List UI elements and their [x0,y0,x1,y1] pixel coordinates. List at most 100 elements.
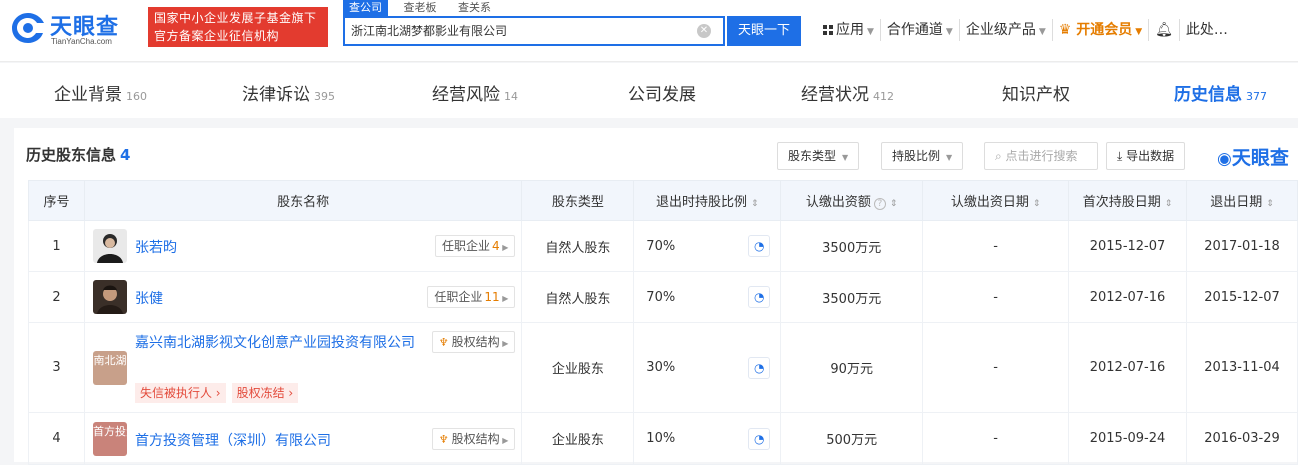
tab-company-background[interactable]: 企业背景 160 [54,80,147,105]
filter-type-label: 股东类型 [788,149,837,163]
search-button[interactable]: 天眼一下 [727,16,801,46]
amount: 500万元 [780,412,924,465]
name-cell: 首方投资 首方投资管理（深圳）有限公司 ♆ 股权结构 ▶ [83,412,523,465]
exit-date: 2017-01-18 [1186,220,1298,272]
tab-history[interactable]: 历史信息 377 [1174,80,1267,105]
clear-icon[interactable]: ✕ [697,24,711,38]
section-count: 4 [120,146,131,164]
brand-domain: TianYanCha.com [51,37,112,46]
table-search-placeholder: 点击进行搜索 [1005,149,1078,163]
company-logo[interactable]: 首方投资 [92,422,137,456]
row-index: 3 [28,322,85,413]
job-company-tag[interactable]: 任职企业 11 ▶ [427,286,516,308]
filter-share-ratio[interactable]: 持股比例 ▼ [881,142,964,170]
export-button[interactable]: ⤓ 导出数据 [1106,142,1186,170]
amount: 3500万元 [780,220,924,272]
nav-enterprise-label: 企业级产品 [965,22,1036,38]
tianyancha-eye-icon [12,13,44,43]
tab-ip[interactable]: 知识产权 [1002,80,1074,105]
tab-search-relation[interactable]: 查关系 [452,0,497,16]
avatar[interactable] [92,280,127,314]
tab-count: 412 [873,90,894,103]
main-tabbar: 企业背景 160 法律诉讼 395 经营风险 14 公司发展 经营状况 412 知识产权… [0,63,1298,118]
exit-date: 2013-11-04 [1186,322,1298,413]
pie-chart-icon[interactable]: ◔ [748,428,771,450]
first-date: 2015-12-07 [1068,220,1187,272]
table-row: 3 南北湖 嘉兴南北湖影视文化创意产业园投资有限公司 ♆ 股权结构 ▶ 失信被执行… [28,322,1298,413]
search-input[interactable] [351,23,681,37]
shareholder-type: 企业股东 [521,412,635,465]
shareholder-name-link[interactable]: 首方投资管理（深圳）有限公司 [135,430,331,450]
eye-icon: ◉ [1217,149,1232,169]
col-amount-label: 认缴出资额 [805,195,871,210]
nav-apps[interactable]: 应用 ▼ [817,19,881,41]
tab-development[interactable]: 公司发展 [628,80,700,105]
sort-icon: ⇕ [1164,199,1173,209]
gov-badge: 国家中小企业发展子基金旗下 官方备案企业征信机构 [148,7,328,47]
col-type: 股东类型 [521,180,635,221]
shareholder-name-link[interactable]: 张健 [135,288,163,308]
col-sub-date[interactable]: 认缴出资日期 ⇕ [922,180,1070,221]
gov-badge-line2: 官方备案企业征信机构 [154,29,280,43]
tab-legal[interactable]: 法律诉讼 395 [242,80,335,105]
nav-vip[interactable]: ♛ 开通会员 ▼ [1053,19,1150,41]
risk-tag-equity-freeze[interactable]: 股权冻结 › [231,383,299,403]
tab-count: 395 [314,90,335,103]
nav-more[interactable]: 此处… [1180,19,1234,41]
avatar[interactable] [92,229,127,263]
help-icon[interactable]: ? [873,198,886,210]
tab-label: 经营风险 [432,85,500,105]
name-cell: 南北湖 嘉兴南北湖影视文化创意产业园投资有限公司 ♆ 股权结构 ▶ 失信被执行人 … [83,322,523,413]
nav-apps-label: 应用 [836,22,864,38]
caret-right-icon: ▶ [499,243,509,252]
risk-tag-dishonest[interactable]: 失信被执行人 › [134,383,226,403]
job-company-tag[interactable]: 任职企业 4 ▶ [435,235,516,257]
nav-vip-label: 开通会员 [1076,22,1133,38]
first-date: 2012-07-16 [1068,271,1187,323]
watermark-brand-text: 天眼查 [1231,147,1289,169]
shareholder-name-link[interactable]: 嘉兴南北湖影视文化创意产业园投资有限公司 [135,333,425,353]
amount: 3500万元 [780,271,924,323]
col-first-date-label: 首次持股日期 [1082,195,1161,210]
nav-channel-label: 合作通道 [886,22,943,38]
col-sub-date-label: 认缴出资日期 [950,195,1029,210]
caret-down-icon: ▼ [867,27,874,37]
tab-operations[interactable]: 经营状况 412 [801,80,894,105]
tianyancha-logo[interactable]: 天眼查 TianYanCha.com [8,8,143,50]
nav-enterprise[interactable]: 企业级产品 ▼ [960,19,1053,41]
sort-icon: ⇕ [1266,199,1274,209]
nav-notify[interactable]: 🔔︎ [1149,19,1180,41]
pie-chart-icon[interactable]: ◔ [748,357,771,379]
filter-shareholder-type[interactable]: 股东类型 ▼ [777,142,860,170]
table-search[interactable]: ⌕ 点击进行搜索 [984,142,1098,170]
ratio-value: 30% [646,360,676,375]
risk-tag-label: 失信被执行人 [139,386,212,400]
equity-structure-tag[interactable]: ♆ 股权结构 ▶ [431,428,516,450]
col-amount[interactable]: 认缴出资额? ⇕ [780,180,924,221]
tab-risk[interactable]: 经营风险 14 [432,80,518,105]
section-title-label: 历史股东信息 [26,146,117,164]
company-logo[interactable]: 南北湖 [92,351,127,385]
exit-date: 2015-12-07 [1186,271,1298,323]
tab-count: 160 [126,90,147,103]
section-title: 历史股东信息 4 [26,144,130,165]
nav-channel[interactable]: 合作通道 ▼ [881,19,960,41]
equity-tree-icon: ♆ [438,336,449,349]
ratio-value: 70% [646,238,676,254]
name-cell: 张若昀 任职企业 4 ▶ [83,220,523,272]
caret-down-icon: ▼ [1135,27,1143,37]
tab-search-boss[interactable]: 查老板 [398,0,443,16]
tab-label: 历史信息 [1174,85,1242,105]
pie-chart-icon[interactable]: ◔ [748,235,771,257]
tab-search-company[interactable]: 查公司 [343,0,388,16]
pie-chart-icon[interactable]: ◔ [748,286,771,308]
col-first-date[interactable]: 首次持股日期 ⇕ [1068,180,1187,221]
top-nav: 应用 ▼ 合作通道 ▼ 企业级产品 ▼ ♛ 开通会员 ▼ 🔔︎ 此处… [817,19,1234,41]
shareholder-name-link[interactable]: 张若昀 [135,237,177,257]
col-ratio[interactable]: 退出时持股比例 ⇕ [633,180,782,221]
ratio-cell: 70% ◔ [633,220,782,272]
col-exit-date[interactable]: 退出日期 ⇕ [1186,180,1298,221]
tab-count: 14 [504,90,518,103]
equity-structure-tag[interactable]: ♆ 股权结构 ▶ [431,331,516,353]
col-name: 股东名称 [83,180,523,221]
